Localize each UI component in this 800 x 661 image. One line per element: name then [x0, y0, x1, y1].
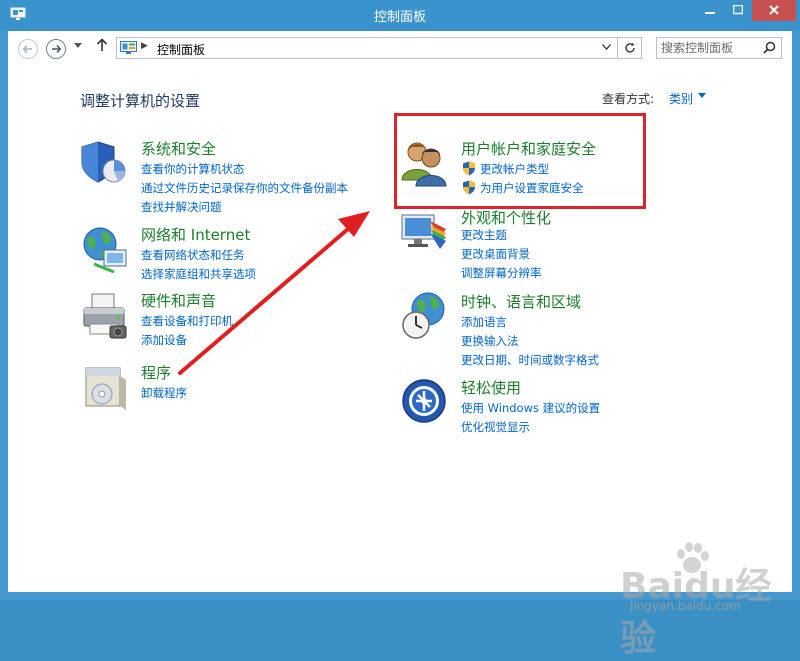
minimize-button[interactable] [696, 0, 724, 21]
control-panel-window: 控制面板 ▶ 控制面板 搜索控制面板 调整计算机的设置 查看方式: 类别 系统和… [0, 0, 800, 659]
watermark-url: jingyan.baidu.com [630, 599, 741, 613]
maximize-icon [732, 4, 744, 15]
window-title: 控制面板 [373, 10, 426, 25]
maximize-button[interactable] [724, 0, 752, 21]
close-button[interactable] [752, 0, 796, 21]
annotation-arrow-icon [178, 211, 370, 375]
title-bar[interactable]: 控制面板 [0, 0, 800, 31]
close-icon [769, 5, 779, 15]
watermark: Baidu经验 jingyan.baidu.com [612, 541, 800, 659]
minimize-icon [705, 12, 715, 14]
content-area: ▶ 控制面板 调整计算机的设置 查看方式: 类别 [8, 31, 792, 659]
